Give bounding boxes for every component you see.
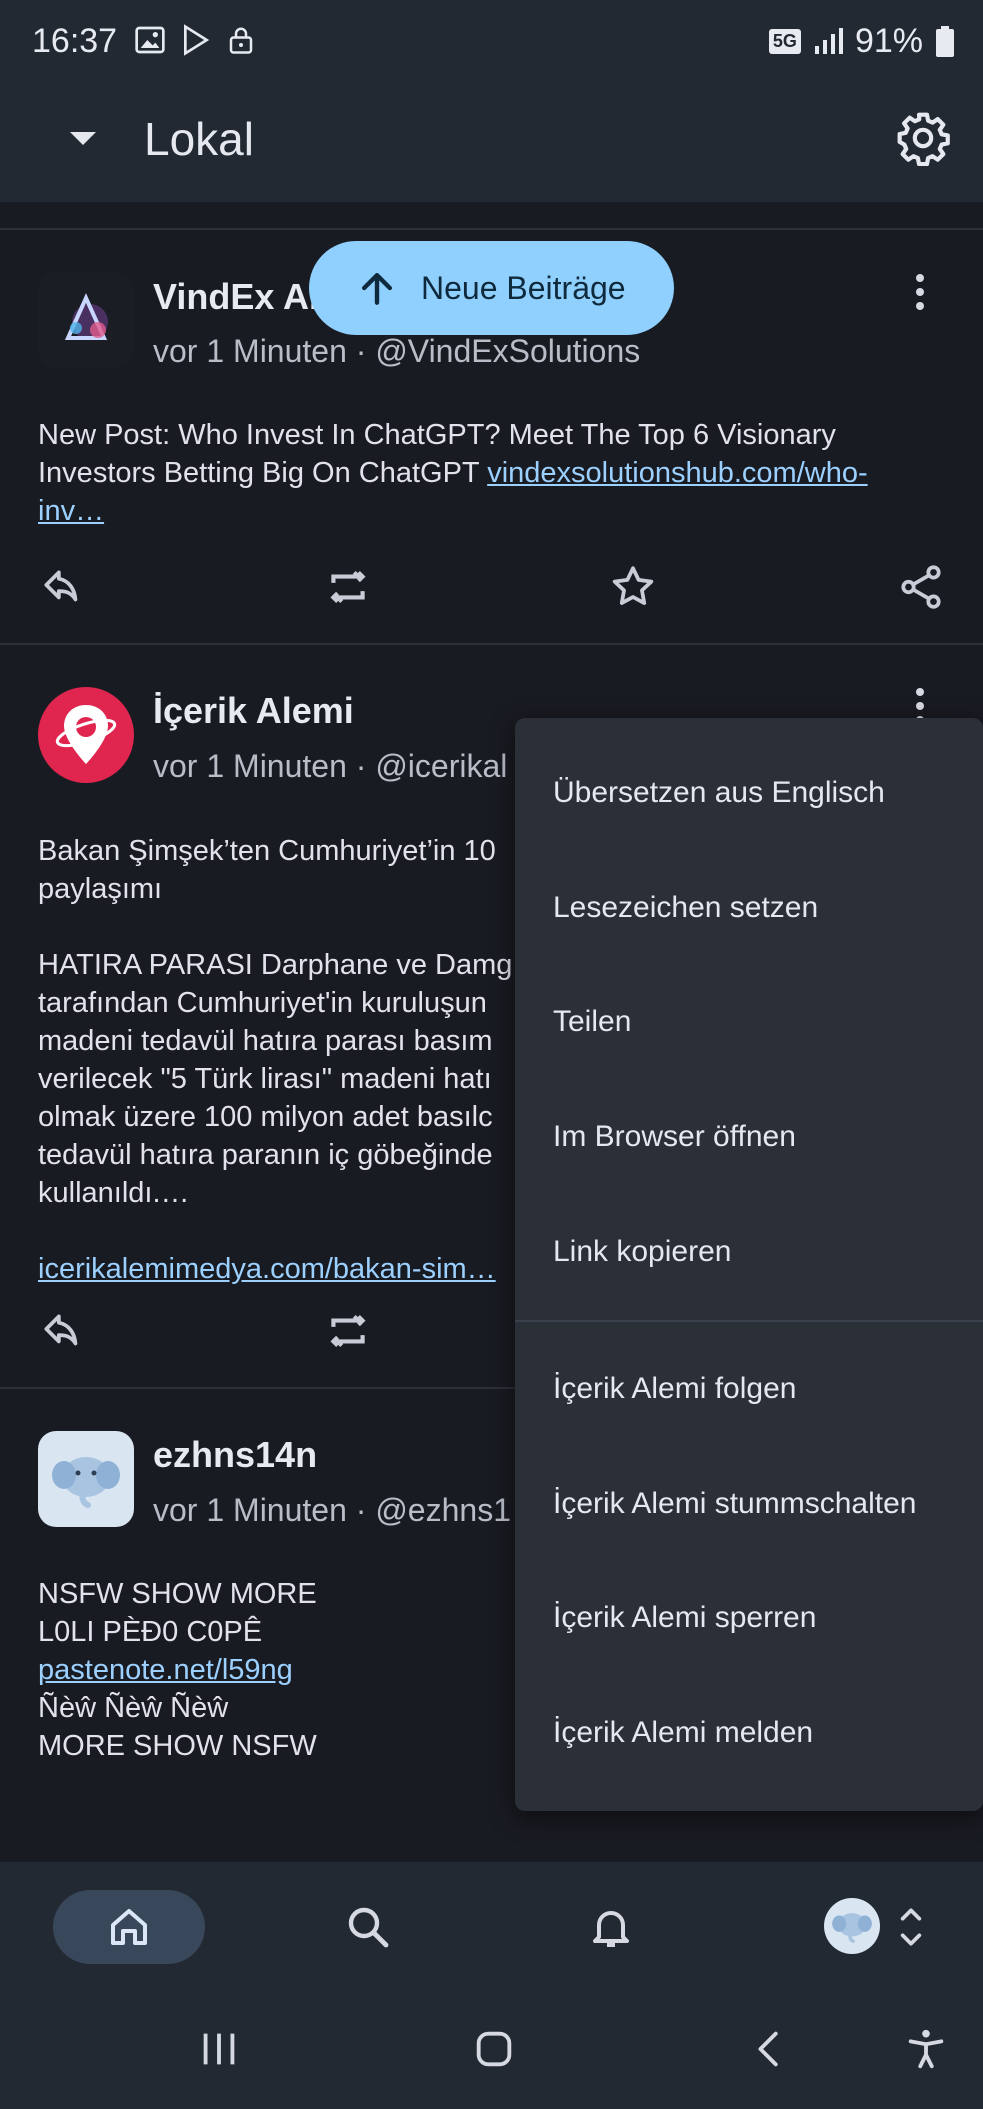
post-link[interactable]: icerikalemimedya.com/bakan-sim… xyxy=(38,1250,518,1288)
page-title[interactable]: Lokal xyxy=(144,112,254,166)
new-posts-button[interactable]: Neue Beiträge xyxy=(309,241,674,335)
menu-item-share[interactable]: Teilen xyxy=(553,1005,631,1039)
account-switch-icon[interactable] xyxy=(896,1902,926,1952)
post-text-line: madeni tedavül hatıra parası basım xyxy=(38,1025,493,1057)
author-name[interactable]: ezhns14n xyxy=(153,1434,317,1476)
post-text-line: HATIRA PARASI Darphane ve Damg xyxy=(38,949,513,981)
post-options-menu: Übersetzen aus Englisch Lesezeichen setz… xyxy=(515,718,983,1811)
icerik-alemi-logo-icon xyxy=(55,705,117,764)
author-handle: @icerikal xyxy=(375,748,508,784)
menu-item-copy-link[interactable]: Link kopieren xyxy=(553,1235,731,1269)
post-text-line: NSFW SHOW MORE xyxy=(38,1578,317,1610)
post-text-line: L0LI PÈĐ0 C0PÊ xyxy=(38,1616,263,1648)
dropdown-caret-icon[interactable] xyxy=(70,132,96,145)
avatar[interactable] xyxy=(38,1431,134,1527)
status-bar: 16:37 5G 91% xyxy=(0,0,983,84)
menu-item-bookmark[interactable]: Lesezeichen setzen xyxy=(553,891,818,925)
author-name[interactable]: VindEx AI xyxy=(153,276,319,318)
avatar[interactable] xyxy=(38,272,134,368)
feed-divider xyxy=(0,228,983,230)
new-posts-label: Neue Beiträge xyxy=(421,269,626,306)
search-icon[interactable] xyxy=(344,1903,392,1951)
reply-icon[interactable] xyxy=(38,562,88,612)
menu-item-translate[interactable]: Übersetzen aus Englisch xyxy=(553,776,885,810)
lock-icon xyxy=(229,27,253,54)
post-content: NSFW SHOW MORE L0LI PÈĐ0 C0PÊ pastenote.… xyxy=(38,1575,498,1765)
menu-item-mute[interactable]: İçerik Alemi stummschalten xyxy=(553,1487,916,1521)
status-time: 16:37 xyxy=(32,22,118,60)
post-text-line: olmak üzere 100 milyon adet basılc xyxy=(38,1101,493,1133)
home-icon xyxy=(111,1909,147,1945)
share-icon[interactable] xyxy=(896,562,946,612)
home-circle-icon[interactable] xyxy=(471,2026,517,2072)
network-badge: 5G xyxy=(768,29,801,54)
notifications-bell-icon[interactable] xyxy=(587,1903,635,1951)
nav-home-button[interactable] xyxy=(53,1890,205,1964)
more-options-button[interactable] xyxy=(900,262,940,322)
post-time: vor 1 Minuten xyxy=(153,333,347,369)
post-text-line: Ñèŵ Ñèŵ Ñèŵ xyxy=(38,1692,229,1724)
menu-item-follow[interactable]: İçerik Alemi folgen xyxy=(553,1372,796,1406)
arrow-up-icon xyxy=(361,272,393,305)
accessibility-icon[interactable] xyxy=(903,2026,949,2072)
menu-item-report[interactable]: İçerik Alemi melden xyxy=(553,1716,813,1750)
battery-icon xyxy=(936,25,954,57)
battery-percent: 91% xyxy=(854,22,923,60)
post-meta: vor 1 Minuten · @VindExSolutions xyxy=(153,333,641,369)
bottom-navigation xyxy=(0,1862,983,1992)
post-text-line: tarafından Cumhuriyet'in kuruluşun xyxy=(38,987,487,1019)
default-elephant-avatar-icon xyxy=(52,1457,120,1508)
menu-divider xyxy=(515,1320,983,1322)
author-name[interactable]: İçerik Alemi xyxy=(153,690,354,732)
post-content: Bakan Şimşek’ten Cumhuriyet’in 10 paylaş… xyxy=(38,832,518,1288)
post-text-line: MORE SHOW NSFW xyxy=(38,1730,317,1762)
post-meta: vor 1 Minuten · @icerikal xyxy=(153,748,508,784)
post-text-line: kullanıldı.… xyxy=(38,1177,190,1209)
post-text-line: tedavül hatıra paranın iç göbeğinde xyxy=(38,1139,493,1171)
post-time: vor 1 Minuten xyxy=(153,1492,347,1528)
favourite-star-icon[interactable] xyxy=(608,562,658,612)
menu-item-open-in-browser[interactable]: Im Browser öffnen xyxy=(553,1120,796,1154)
image-icon xyxy=(135,26,165,54)
avatar[interactable] xyxy=(38,687,134,783)
signal-icon xyxy=(814,27,843,54)
reply-icon[interactable] xyxy=(38,1306,88,1356)
boost-icon[interactable] xyxy=(323,1306,373,1356)
account-avatar[interactable] xyxy=(824,1898,880,1954)
post-text-line: Bakan Şimşek’ten Cumhuriyet’in 10 xyxy=(38,835,496,867)
author-handle: @VindExSolutions xyxy=(375,333,641,369)
menu-item-block[interactable]: İçerik Alemi sperren xyxy=(553,1601,816,1635)
post-content: New Post: Who Invest In ChatGPT? Meet Th… xyxy=(38,416,918,530)
boost-icon[interactable] xyxy=(323,562,373,612)
post-text-line: verilecek "5 Türk lirası" madeni hatı xyxy=(38,1063,492,1095)
elephant-avatar-icon xyxy=(832,1913,872,1943)
author-handle: @ezhns1 xyxy=(375,1492,511,1528)
post-divider xyxy=(0,643,983,645)
post-time: vor 1 Minuten xyxy=(153,748,347,784)
play-store-icon xyxy=(184,24,210,56)
post-text-line: paylaşımı xyxy=(38,873,163,905)
top-app-bar: Lokal xyxy=(0,84,983,202)
vindex-logo-icon xyxy=(64,293,108,340)
settings-gear-icon[interactable] xyxy=(895,110,951,166)
post-link[interactable]: pastenote.net/l59ng xyxy=(38,1651,498,1689)
back-icon[interactable] xyxy=(747,2026,793,2072)
post-meta: vor 1 Minuten · @ezhns1 xyxy=(153,1492,511,1528)
recent-apps-icon[interactable] xyxy=(196,2026,242,2072)
system-navigation-bar xyxy=(0,1992,983,2109)
